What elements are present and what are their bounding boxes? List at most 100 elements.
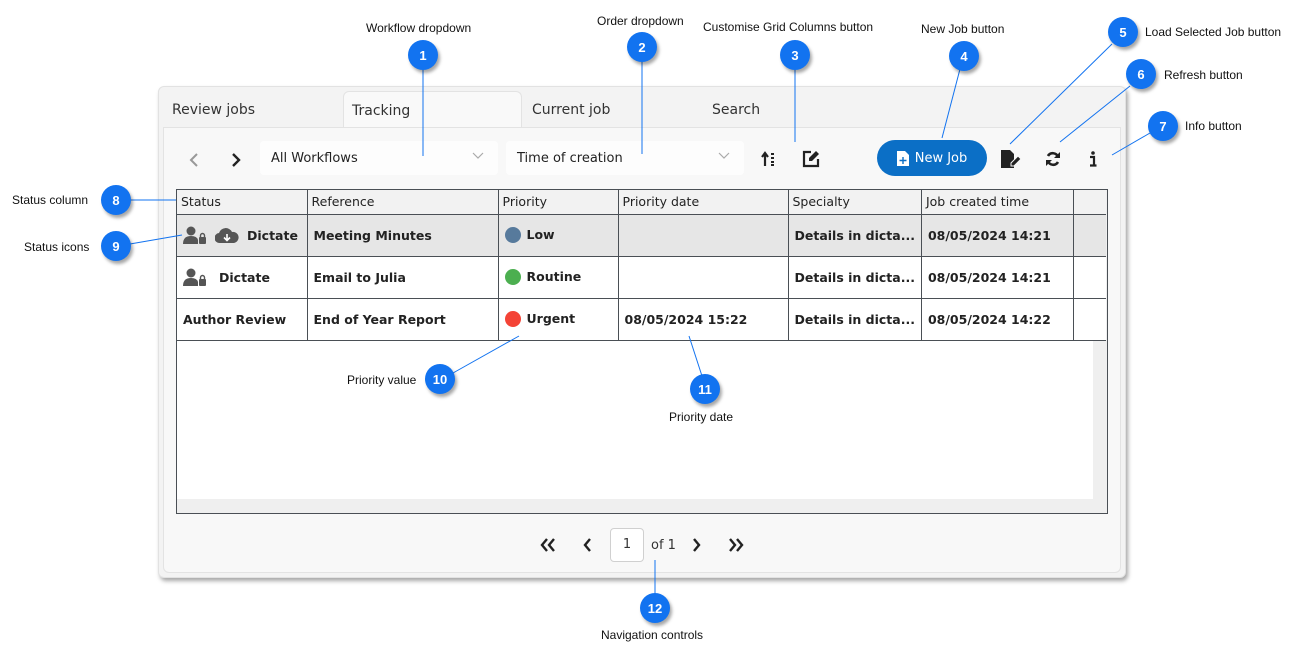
column-header-job-created-time[interactable]: Job created time xyxy=(921,190,1074,215)
callout-label: Workflow dropdown xyxy=(366,21,472,35)
callout-badge: 3 xyxy=(780,40,810,70)
callout-badge: 12 xyxy=(640,593,670,623)
column-header-filler xyxy=(1073,190,1107,215)
created-cell: 08/05/2024 14:21 xyxy=(921,214,1074,257)
filler-cell xyxy=(1073,298,1107,341)
back-button[interactable] xyxy=(182,148,206,172)
sort-direction-button[interactable] xyxy=(756,146,782,172)
callout-badge: 11 xyxy=(690,374,720,404)
priority-dot xyxy=(504,311,521,328)
table-row[interactable]: Author Review End of Year Report Urgent … xyxy=(177,298,1107,341)
edit-icon xyxy=(802,150,820,168)
user-lock-icon xyxy=(183,268,206,286)
status-cell: Author Review xyxy=(177,298,308,341)
file-edit-icon xyxy=(1001,150,1021,168)
callout-label: Load Selected Job button xyxy=(1145,25,1282,39)
chevron-right-icon xyxy=(693,538,701,552)
callout-badge: 4 xyxy=(949,41,979,71)
priority-cell: Low xyxy=(498,214,619,257)
priority-dot xyxy=(504,269,521,286)
status-cell: Dictate xyxy=(177,214,308,257)
chevron-down-icon xyxy=(472,152,484,159)
page-count-label: of 1 xyxy=(651,538,676,553)
column-header-priority[interactable]: Priority xyxy=(498,190,619,215)
status-text: Dictate xyxy=(247,227,298,243)
workflow-dropdown-value: All Workflows xyxy=(271,151,358,166)
previous-page-button[interactable] xyxy=(582,536,592,557)
page-number-input[interactable]: 1 xyxy=(610,528,644,562)
order-dropdown-value: Time of creation xyxy=(517,151,623,166)
table-header-row: Status Reference Priority Priority date … xyxy=(177,190,1107,215)
reference-cell: Email to Julia xyxy=(307,256,499,299)
created-cell: 08/05/2024 14:22 xyxy=(921,298,1074,341)
column-header-status[interactable]: Status xyxy=(177,190,308,215)
chevron-right-icon xyxy=(232,153,241,167)
priority-date-cell xyxy=(618,256,789,299)
callout-badge: 2 xyxy=(627,32,657,62)
table-row[interactable]: Dictate Email to Julia Routine Details i… xyxy=(177,256,1107,299)
new-job-button[interactable]: New Job xyxy=(877,140,987,176)
table-row[interactable]: Dictate Meeting Minutes Low Details in d… xyxy=(177,214,1107,257)
chevron-down-icon xyxy=(718,152,730,159)
callout-label: Refresh button xyxy=(1164,68,1243,82)
sort-ascending-icon xyxy=(761,151,774,166)
column-header-specialty[interactable]: Specialty xyxy=(788,190,922,215)
column-header-priority-date[interactable]: Priority date xyxy=(618,190,789,215)
next-page-button[interactable] xyxy=(692,536,702,557)
callout-label: New Job button xyxy=(921,22,1005,36)
status-cell: Dictate xyxy=(177,256,308,299)
callout-label: Status icons xyxy=(24,240,90,254)
callout-label: Info button xyxy=(1185,119,1242,133)
load-selected-job-button[interactable] xyxy=(998,146,1024,172)
callout-badge: 9 xyxy=(101,231,131,261)
customise-grid-columns-button[interactable] xyxy=(798,146,824,172)
filler-cell xyxy=(1073,256,1107,299)
priority-date-cell: 08/05/2024 15:22 xyxy=(618,298,789,341)
callout-badge: 7 xyxy=(1148,111,1178,141)
callout-label: Priority date xyxy=(669,410,734,424)
tab-tracking[interactable]: Tracking xyxy=(343,91,522,129)
status-text: Dictate xyxy=(219,269,270,285)
priority-date-cell xyxy=(618,214,789,257)
filler-cell xyxy=(1073,214,1107,257)
tab-current-job[interactable]: Current job xyxy=(532,101,610,127)
callout-label: Customise Grid Columns button xyxy=(703,20,874,34)
forward-button[interactable] xyxy=(224,148,248,172)
column-header-reference[interactable]: Reference xyxy=(307,190,499,215)
priority-cell: Urgent xyxy=(498,298,619,341)
created-cell: 08/05/2024 14:21 xyxy=(921,256,1074,299)
new-file-icon xyxy=(896,150,909,166)
refresh-button[interactable] xyxy=(1040,146,1066,172)
reference-cell: End of Year Report xyxy=(307,298,499,341)
priority-dot xyxy=(504,227,521,244)
info-icon xyxy=(1090,151,1097,167)
chevron-left-icon xyxy=(189,153,198,167)
callout-badge: 5 xyxy=(1108,17,1138,47)
specialty-cell: Details in dicta... xyxy=(788,256,922,299)
callout-badge: 8 xyxy=(101,185,131,215)
tracking-panel: All Workflows Time of creation New Job S… xyxy=(163,127,1121,573)
chevron-left-icon xyxy=(583,538,591,552)
jobs-table: Status Reference Priority Priority date … xyxy=(177,190,1107,341)
specialty-cell: Details in dicta... xyxy=(788,298,922,341)
last-page-button[interactable] xyxy=(728,536,744,557)
jobs-grid: Status Reference Priority Priority date … xyxy=(176,189,1108,514)
priority-text: Routine xyxy=(526,268,582,284)
first-page-button[interactable] xyxy=(540,536,556,557)
specialty-cell: Details in dicta... xyxy=(788,214,922,257)
user-lock-icon xyxy=(183,226,206,244)
double-chevron-left-icon xyxy=(540,538,555,552)
callout-badge: 10 xyxy=(425,364,455,394)
workflow-dropdown[interactable]: All Workflows xyxy=(260,141,498,175)
navigation-controls: 1 of 1 xyxy=(164,528,1122,564)
tab-review-jobs[interactable]: Review jobs xyxy=(172,101,255,127)
priority-cell: Routine xyxy=(498,256,619,299)
reference-cell: Meeting Minutes xyxy=(307,214,499,257)
callout-label: Priority value xyxy=(347,373,417,387)
priority-text: Urgent xyxy=(526,310,576,326)
callout-label: Status column xyxy=(12,193,89,207)
order-dropdown[interactable]: Time of creation xyxy=(506,141,744,175)
info-button[interactable] xyxy=(1080,146,1106,172)
priority-text: Low xyxy=(526,226,555,242)
tab-search[interactable]: Search xyxy=(712,101,760,127)
